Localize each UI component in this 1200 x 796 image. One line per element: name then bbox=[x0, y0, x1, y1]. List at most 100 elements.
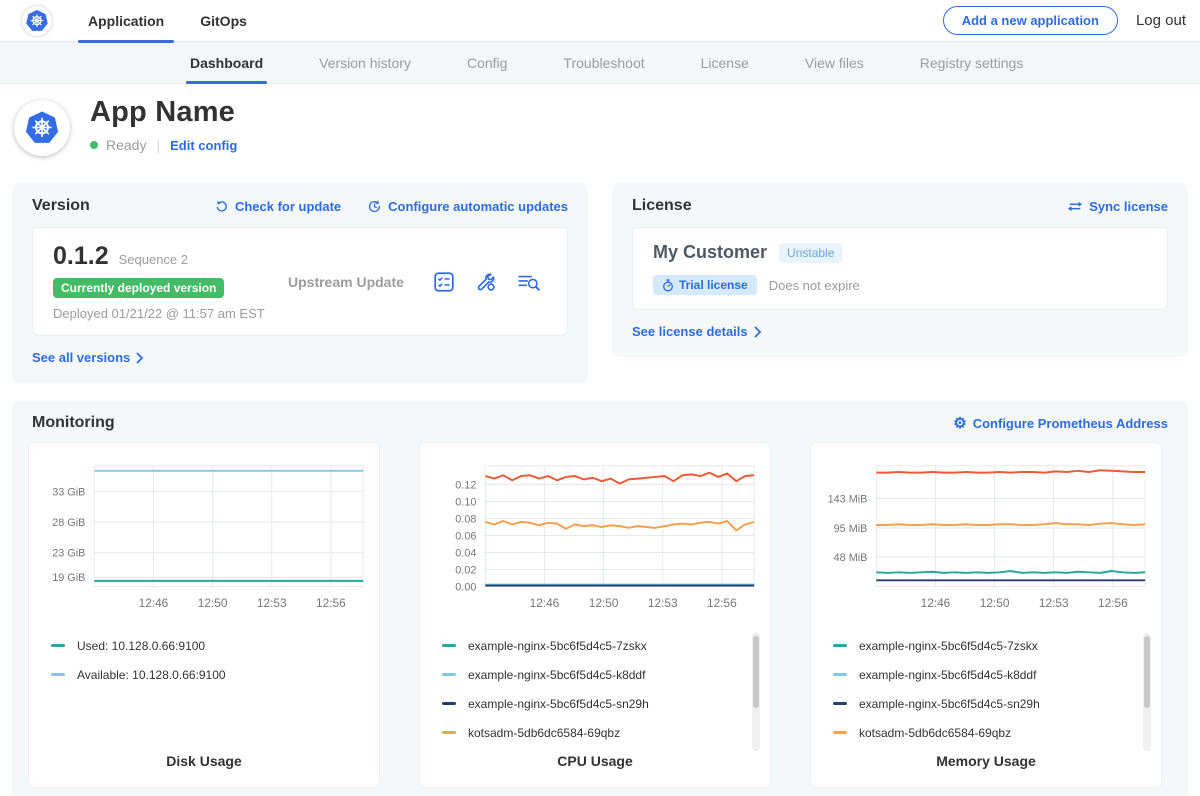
chart-title: Disk Usage bbox=[35, 747, 373, 777]
configure-automatic-updates-link[interactable]: Configure automatic updates bbox=[367, 199, 568, 214]
tab-troubleshoot[interactable]: Troubleshoot bbox=[563, 42, 644, 84]
tab-registry-settings[interactable]: Registry settings bbox=[920, 42, 1023, 84]
svg-text:12:46: 12:46 bbox=[139, 596, 169, 610]
svg-text:0.02: 0.02 bbox=[455, 564, 476, 576]
license-card-title: License bbox=[632, 197, 692, 215]
logout-link[interactable]: Log out bbox=[1136, 12, 1186, 29]
edit-config-link[interactable]: Edit config bbox=[170, 138, 237, 153]
svg-text:12:46: 12:46 bbox=[530, 596, 560, 610]
legend-item: Used: 10.128.0.66:9100 bbox=[51, 631, 373, 660]
sync-license-label: Sync license bbox=[1089, 199, 1168, 214]
legend-label: example-nginx-5bc6f5d4c5-7zskx bbox=[859, 639, 1038, 653]
gear-icon: ⚙ bbox=[953, 416, 966, 431]
legend-swatch bbox=[833, 731, 847, 734]
license-type-badge: Trial license bbox=[653, 275, 757, 295]
status-text: Ready bbox=[106, 137, 146, 153]
scrollbar-thumb[interactable] bbox=[753, 636, 759, 708]
nav-tab-application-label: Application bbox=[88, 13, 164, 29]
diff-checklist-icon[interactable] bbox=[433, 271, 455, 293]
kubernetes-logo-icon[interactable] bbox=[22, 6, 52, 36]
configure-prometheus-link[interactable]: ⚙ Configure Prometheus Address bbox=[953, 416, 1168, 431]
tab-license[interactable]: License bbox=[701, 42, 749, 84]
license-type-label: Trial license bbox=[679, 278, 748, 292]
tab-troubleshoot-label: Troubleshoot bbox=[563, 55, 644, 71]
tab-config-label: Config bbox=[467, 55, 507, 71]
legend-item: example-nginx-5bc6f5d4c5-k8ddf bbox=[833, 660, 1155, 689]
check-for-update-label: Check for update bbox=[235, 199, 341, 214]
nav-tab-gitops[interactable]: GitOps bbox=[198, 0, 249, 42]
app-icon bbox=[14, 100, 70, 156]
tab-version-history[interactable]: Version history bbox=[319, 42, 411, 84]
legend-item: example-nginx-5bc6f5d4c5-7zskx bbox=[833, 631, 1155, 660]
channel-badge: Unstable bbox=[779, 243, 842, 263]
legend-label: Used: 10.128.0.66:9100 bbox=[77, 639, 205, 653]
legend-item: example-nginx-5bc6f5d4c5-k8ddf bbox=[442, 660, 764, 689]
status-ready-dot bbox=[90, 141, 98, 149]
license-panel: My Customer Unstable Trial license Does … bbox=[632, 227, 1168, 310]
svg-text:12:46: 12:46 bbox=[921, 596, 951, 610]
see-license-details-link[interactable]: See license details bbox=[632, 324, 762, 339]
svg-text:23 GiB: 23 GiB bbox=[52, 548, 85, 560]
legend-label: kotsadm-5db6dc6584-69qbz bbox=[468, 726, 620, 740]
disk-usage-chart: 33 GiB28 GiB23 GiB19 GiB12:4612:5012:531… bbox=[35, 455, 375, 623]
see-license-details-label: See license details bbox=[632, 324, 748, 339]
tab-registry-settings-label: Registry settings bbox=[920, 55, 1023, 71]
svg-text:0.12: 0.12 bbox=[455, 479, 476, 491]
legend-swatch bbox=[833, 702, 847, 705]
memory-usage-panel: 143 MiB95 MiB48 MiB12:4612:5012:5312:56 … bbox=[810, 442, 1162, 788]
top-navbar: Application GitOps Add a new application… bbox=[0, 0, 1200, 42]
current-version-panel: 0.1.2 Sequence 2 Currently deployed vers… bbox=[32, 227, 568, 336]
customer-name: My Customer bbox=[653, 242, 767, 263]
tab-config[interactable]: Config bbox=[467, 42, 507, 84]
tab-view-files-label: View files bbox=[805, 55, 864, 71]
cpu-usage-chart: 0.120.100.080.060.040.020.0012:4612:5012… bbox=[426, 455, 766, 623]
config-wrench-icon[interactable] bbox=[475, 271, 497, 293]
legend-item: example-nginx-5bc6f5d4c5-sn29h bbox=[833, 689, 1155, 718]
version-sequence: Sequence 2 bbox=[119, 252, 188, 267]
svg-text:0.04: 0.04 bbox=[455, 547, 476, 559]
version-card: Version Check for update Configure autom… bbox=[12, 182, 588, 383]
svg-text:12:56: 12:56 bbox=[316, 596, 346, 610]
stopwatch-icon bbox=[662, 279, 674, 292]
add-new-application-button[interactable]: Add a new application bbox=[943, 6, 1118, 35]
svg-text:12:56: 12:56 bbox=[1098, 596, 1128, 610]
deployed-badge: Currently deployed version bbox=[53, 278, 224, 298]
legend-label: kotsadm-5db6dc6584-69qbz bbox=[859, 726, 1011, 740]
sync-arrows-icon bbox=[1067, 199, 1083, 213]
legend-item: kotsadm-5db6dc6584-69qbz bbox=[442, 718, 764, 747]
see-all-versions-label: See all versions bbox=[32, 350, 130, 365]
chart-title: CPU Usage bbox=[426, 747, 764, 777]
legend-item: example-nginx-5bc6f5d4c5-sn29h bbox=[442, 689, 764, 718]
check-for-update-link[interactable]: Check for update bbox=[214, 199, 341, 214]
svg-text:0.10: 0.10 bbox=[455, 496, 476, 508]
legend-swatch bbox=[833, 673, 847, 676]
configure-automatic-updates-label: Configure automatic updates bbox=[388, 199, 568, 214]
legend-item: kotsadm-5db6dc6584-69qbz bbox=[833, 718, 1155, 747]
nav-tab-application[interactable]: Application bbox=[86, 0, 166, 42]
page-title: App Name bbox=[90, 96, 237, 129]
version-number: 0.1.2 bbox=[53, 242, 109, 271]
legend-label: example-nginx-5bc6f5d4c5-7zskx bbox=[468, 639, 647, 653]
tab-view-files[interactable]: View files bbox=[805, 42, 864, 84]
svg-text:12:50: 12:50 bbox=[980, 596, 1010, 610]
see-all-versions-link[interactable]: See all versions bbox=[32, 350, 144, 365]
svg-text:0.06: 0.06 bbox=[455, 530, 476, 542]
memory-usage-legend: example-nginx-5bc6f5d4c5-7zskx example-ng… bbox=[833, 631, 1155, 747]
scrollbar-thumb[interactable] bbox=[1144, 636, 1150, 708]
view-logs-icon[interactable] bbox=[517, 271, 541, 293]
version-source: Upstream Update bbox=[288, 274, 433, 290]
refresh-icon bbox=[214, 199, 229, 214]
tab-license-label: License bbox=[701, 55, 749, 71]
sync-license-link[interactable]: Sync license bbox=[1067, 199, 1168, 214]
memory-usage-chart: 143 MiB95 MiB48 MiB12:4612:5012:5312:56 bbox=[817, 455, 1157, 623]
tab-dashboard-label: Dashboard bbox=[190, 55, 263, 71]
chart-title: Memory Usage bbox=[817, 747, 1155, 777]
tab-dashboard[interactable]: Dashboard bbox=[190, 42, 263, 84]
svg-text:12:53: 12:53 bbox=[1039, 596, 1069, 610]
license-expiry: Does not expire bbox=[769, 278, 860, 293]
svg-text:0.00: 0.00 bbox=[455, 581, 476, 593]
svg-text:48 MiB: 48 MiB bbox=[834, 552, 868, 564]
version-card-title: Version bbox=[32, 197, 90, 215]
svg-text:95 MiB: 95 MiB bbox=[834, 523, 868, 535]
cpu-usage-panel: 0.120.100.080.060.040.020.0012:4612:5012… bbox=[419, 442, 771, 788]
